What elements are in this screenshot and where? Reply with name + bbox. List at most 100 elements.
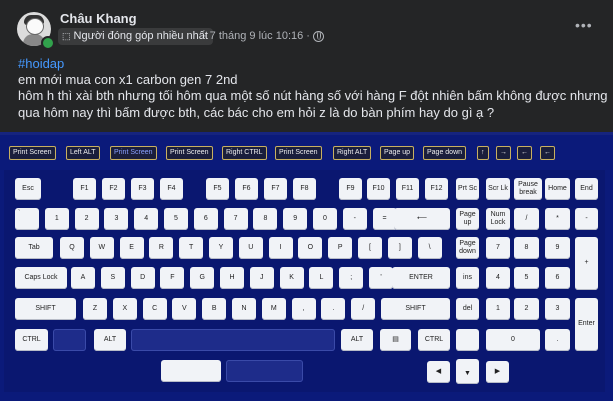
key-scroll-lock[interactable]: Scr Lk: [486, 178, 510, 200]
key-T[interactable]: T: [179, 237, 204, 259]
key-fn[interactable]: [53, 329, 86, 351]
numpad-divide[interactable]: /: [514, 208, 539, 230]
key-ctrl-left[interactable]: CTRL: [15, 329, 48, 351]
key-shift-right[interactable]: SHIFT: [381, 298, 450, 320]
key-8[interactable]: 8: [253, 208, 278, 230]
key-'[interactable]: ': [369, 267, 393, 289]
key-H[interactable]: H: [220, 267, 244, 289]
numpad-6[interactable]: 6: [545, 267, 570, 289]
key-I[interactable]: I: [268, 237, 293, 259]
key-f10[interactable]: F10: [367, 178, 390, 200]
key-insert[interactable]: ins: [456, 267, 479, 289]
key-3[interactable]: 3: [104, 208, 129, 230]
key-pause-break[interactable]: Pause break: [514, 178, 542, 200]
numpad-9[interactable]: 9: [545, 237, 570, 259]
key-4[interactable]: 4: [134, 208, 159, 230]
key-end[interactable]: End: [575, 178, 598, 200]
numpad-plus[interactable]: +: [575, 237, 598, 290]
key-V[interactable]: V: [172, 298, 197, 320]
key-D[interactable]: D: [130, 267, 155, 289]
key-S[interactable]: S: [100, 267, 125, 289]
key-W[interactable]: W: [89, 237, 114, 259]
numpad-3[interactable]: 3: [545, 298, 570, 320]
key-[[interactable]: [: [358, 237, 382, 259]
key-num-lock[interactable]: Num Lock: [486, 208, 510, 230]
key-X[interactable]: X: [112, 298, 137, 320]
key-f6[interactable]: F6: [235, 178, 258, 200]
key-;[interactable]: ;: [339, 267, 364, 289]
key-backtick[interactable]: `: [15, 208, 39, 230]
key-blank[interactable]: [456, 329, 479, 351]
post-hashtag[interactable]: #hoidap: [18, 56, 64, 72]
key-Z[interactable]: Z: [83, 298, 107, 320]
key-esc[interactable]: Esc: [15, 178, 41, 200]
key-enter[interactable]: ENTER: [392, 267, 450, 289]
key--[interactable]: -: [342, 208, 367, 230]
key-0[interactable]: 0: [313, 208, 337, 230]
key-space[interactable]: [131, 329, 335, 351]
key-alt-left[interactable]: ALT: [94, 329, 126, 351]
key-delete[interactable]: del: [456, 298, 479, 320]
key-9[interactable]: 9: [283, 208, 308, 230]
key-/[interactable]: /: [351, 298, 376, 320]
top-contributor-badge[interactable]: ⬚ Người đóng góp nhiều nhất: [58, 28, 213, 45]
key-\[interactable]: \: [417, 237, 442, 259]
key-K[interactable]: K: [279, 267, 304, 289]
key-arrow-right[interactable]: ▶: [486, 361, 509, 383]
key-tab[interactable]: Tab: [15, 237, 53, 259]
trackpad-right-button[interactable]: [226, 360, 303, 382]
key-f11[interactable]: F11: [396, 178, 419, 200]
key-home[interactable]: Home: [545, 178, 570, 200]
key-U[interactable]: U: [238, 237, 263, 259]
numpad-7[interactable]: 7: [486, 237, 510, 259]
key-Y[interactable]: Y: [209, 237, 233, 259]
key-page-down[interactable]: Page down: [456, 237, 479, 259]
numpad-2[interactable]: 2: [514, 298, 539, 320]
key-E[interactable]: E: [119, 237, 144, 259]
post-date[interactable]: 7 tháng 9 lúc 10:16: [210, 30, 304, 42]
key-N[interactable]: N: [232, 298, 256, 320]
key-f4[interactable]: F4: [160, 178, 183, 200]
key-M[interactable]: M: [261, 298, 286, 320]
key-f5[interactable]: F5: [206, 178, 229, 200]
key-caps-lock[interactable]: Caps Lock: [15, 267, 67, 289]
trackpad-left-button[interactable]: [161, 360, 221, 382]
key-5[interactable]: 5: [164, 208, 188, 230]
key-f9[interactable]: F9: [339, 178, 362, 200]
key-7[interactable]: 7: [223, 208, 248, 230]
key-6[interactable]: 6: [193, 208, 218, 230]
key-f3[interactable]: F3: [131, 178, 154, 200]
numpad-5[interactable]: 5: [514, 267, 539, 289]
key-backspace[interactable]: ⟵: [394, 208, 450, 230]
key-G[interactable]: G: [190, 267, 215, 289]
key-F[interactable]: F: [160, 267, 185, 289]
key-C[interactable]: C: [142, 298, 167, 320]
key-shift-left[interactable]: SHIFT: [15, 298, 76, 320]
key-B[interactable]: B: [202, 298, 227, 320]
key-O[interactable]: O: [298, 237, 323, 259]
key-arrow-left[interactable]: ◀: [427, 361, 450, 383]
key-f2[interactable]: F2: [102, 178, 125, 200]
key-alt-right[interactable]: ALT: [341, 329, 373, 351]
more-options-icon[interactable]: •••: [575, 17, 593, 33]
numpad-1[interactable]: 1: [486, 298, 510, 320]
numpad-4[interactable]: 4: [486, 267, 510, 289]
key-page-up[interactable]: Page up: [456, 208, 479, 230]
author-name[interactable]: Châu Khang: [60, 11, 137, 26]
key-,[interactable]: ,: [291, 298, 316, 320]
key-L[interactable]: L: [309, 267, 334, 289]
key-f12[interactable]: F12: [425, 178, 448, 200]
key-.[interactable]: .: [321, 298, 346, 320]
key-R[interactable]: R: [149, 237, 174, 259]
numpad-8[interactable]: 8: [514, 237, 539, 259]
key-J[interactable]: J: [249, 267, 274, 289]
key-menu[interactable]: ▤: [380, 329, 411, 351]
key-][interactable]: ]: [387, 237, 412, 259]
key-f1[interactable]: F1: [73, 178, 96, 200]
key-A[interactable]: A: [71, 267, 95, 289]
key-f8[interactable]: F8: [293, 178, 316, 200]
key-f7[interactable]: F7: [264, 178, 287, 200]
numpad-minus[interactable]: -: [575, 208, 598, 230]
key-Q[interactable]: Q: [60, 237, 84, 259]
numpad-multiply[interactable]: *: [545, 208, 570, 230]
